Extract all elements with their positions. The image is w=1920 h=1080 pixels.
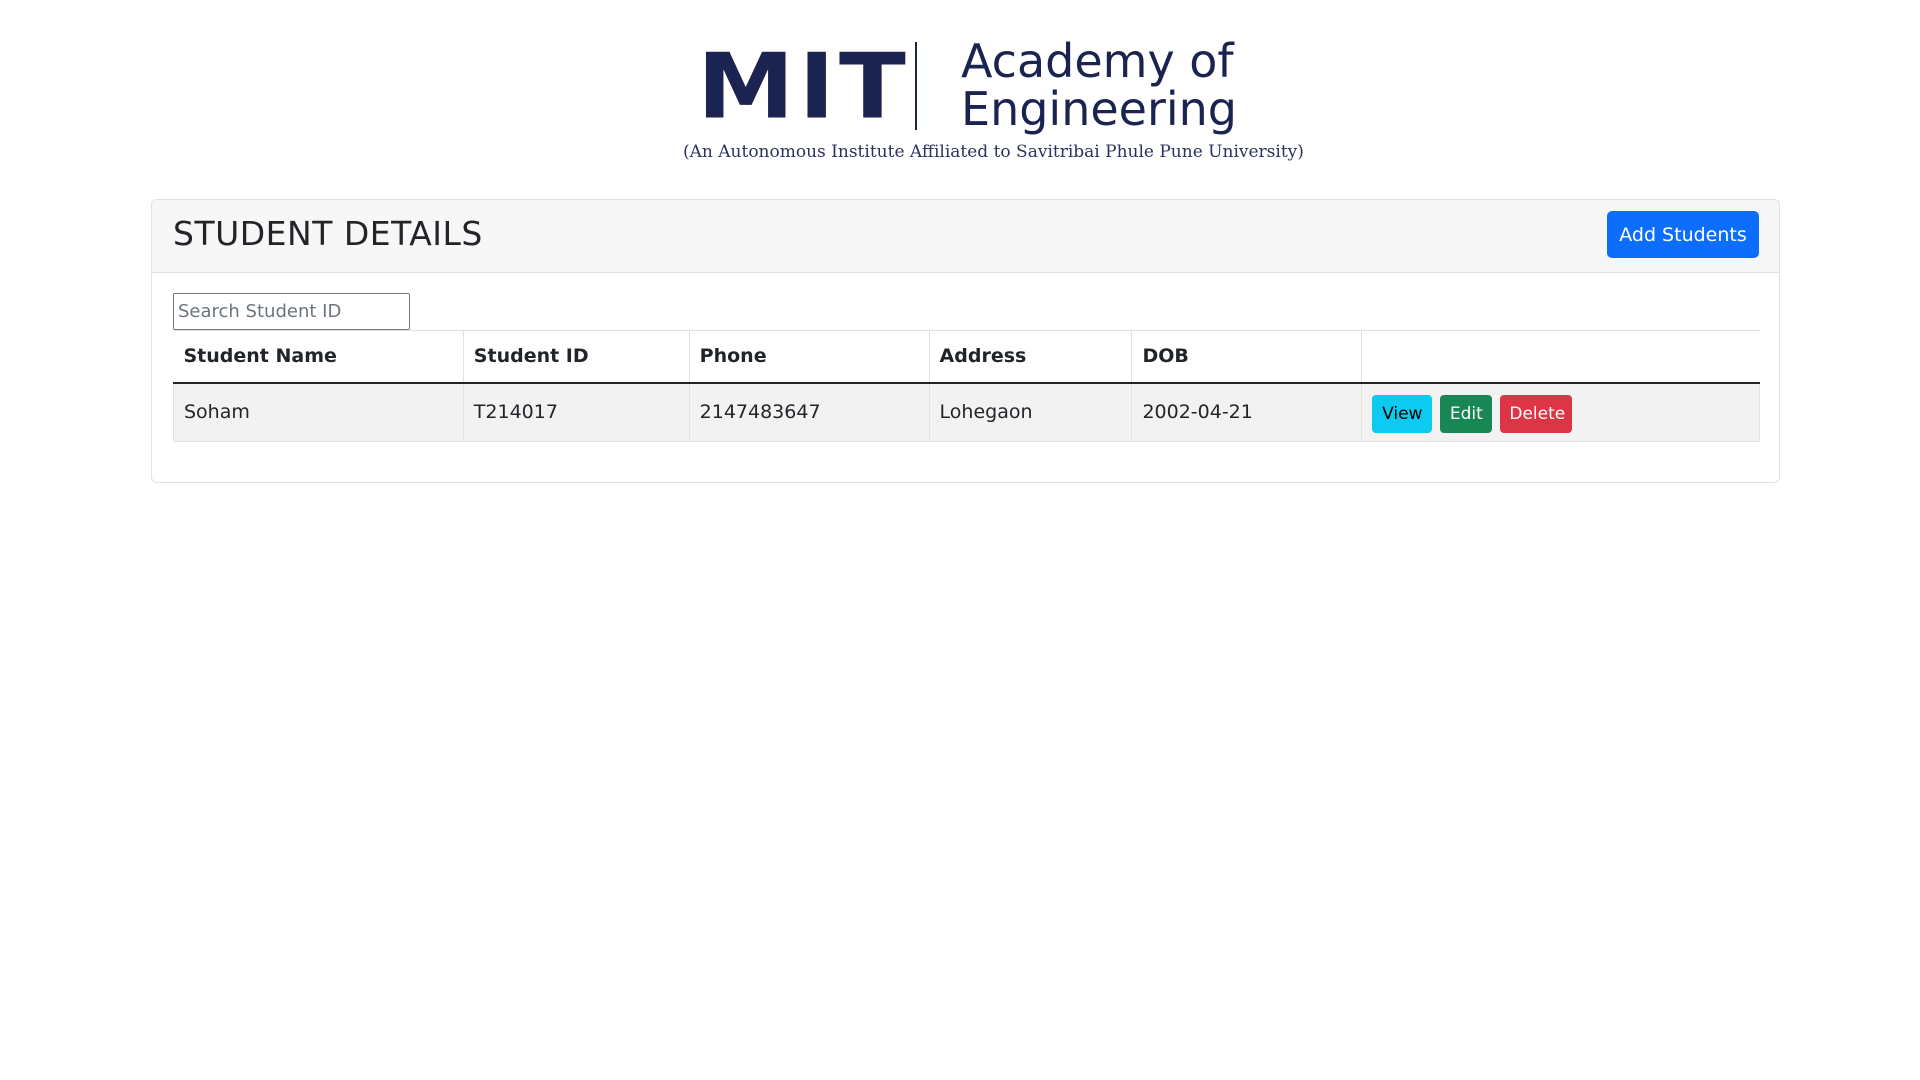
students-table: Student Name Student ID Phone Address DO… (173, 330, 1760, 442)
table-row: Soham T214017 2147483647 Lohegaon 2002-0… (173, 382, 1760, 442)
view-button[interactable]: View (1372, 395, 1433, 434)
header-student-name: Student Name (173, 330, 464, 384)
header-address: Address (929, 330, 1133, 384)
page-title: STUDENT DETAILS (173, 214, 483, 253)
header-dob: DOB (1131, 330, 1363, 384)
logo-subtitle: (An Autonomous Institute Affiliated to S… (683, 142, 1304, 162)
cell-student-id: T214017 (463, 382, 690, 442)
logo-mit-text: MIT (697, 34, 910, 140)
logo-divider (915, 42, 917, 130)
table-header-row: Student Name Student ID Phone Address DO… (173, 330, 1760, 384)
card-header: STUDENT DETAILS Add Students (152, 200, 1779, 273)
search-student-id-input[interactable] (173, 293, 410, 330)
cell-actions: View Edit Delete (1361, 382, 1760, 442)
cell-dob: 2002-04-21 (1131, 382, 1363, 442)
header-phone: Phone (689, 330, 930, 384)
add-students-button[interactable]: Add Students (1607, 211, 1759, 258)
card-body: Student Name Student ID Phone Address DO… (152, 273, 1779, 442)
delete-button[interactable]: Delete (1500, 395, 1573, 434)
edit-button[interactable]: Edit (1440, 395, 1493, 434)
cell-address: Lohegaon (929, 382, 1133, 442)
header-actions (1361, 330, 1760, 384)
cell-student-name: Soham (173, 382, 464, 442)
cell-phone: 2147483647 (689, 382, 930, 442)
header-student-id: Student ID (463, 330, 690, 384)
logo-academy-text: Academy of (961, 34, 1234, 88)
student-details-card: STUDENT DETAILS Add Students Student Nam… (151, 199, 1780, 483)
page-header: MIT Academy of Engineering (An Autonomou… (0, 0, 1920, 180)
institute-logo: MIT Academy of Engineering (An Autonomou… (683, 30, 1304, 170)
logo-engineering-text: Engineering (961, 82, 1237, 136)
